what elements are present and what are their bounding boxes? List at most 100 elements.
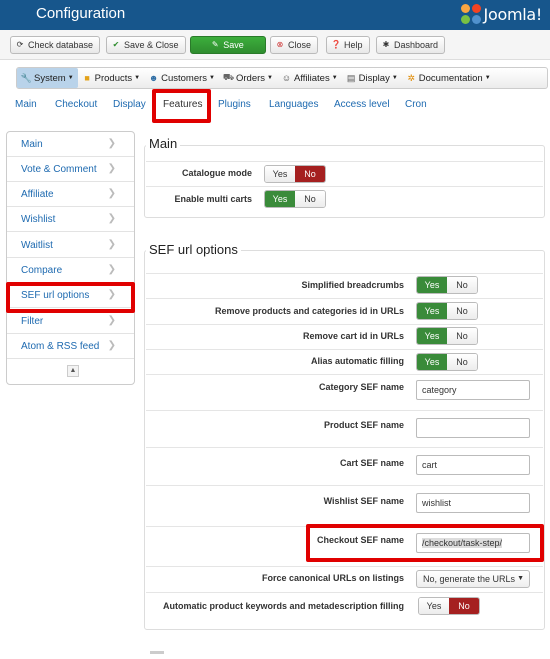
row-divider: [146, 349, 543, 350]
sidebar-item-label: Atom & RSS feed: [21, 341, 100, 352]
sidebar-item-wishlist[interactable]: Wishlist ❯: [7, 207, 134, 232]
refresh-icon: ⟳: [16, 40, 24, 49]
simplified-breadcrumbs-no[interactable]: No: [447, 277, 477, 293]
joomla-logo-icon: [460, 4, 481, 24]
simplified-breadcrumbs-toggle[interactable]: Yes No: [416, 276, 478, 294]
wishlist-sef-label: Wishlist SEF name: [323, 496, 404, 506]
collapse-sidebar-icon[interactable]: ▲: [67, 365, 79, 377]
row-divider: [146, 374, 543, 375]
tab-cron[interactable]: Cron: [405, 99, 427, 110]
menu-item-label: Products: [94, 72, 133, 84]
alias-filling-label: Alias automatic filling: [310, 356, 404, 366]
sidebar-item-vote-comment[interactable]: Vote & Comment ❯: [7, 157, 134, 182]
sidebar-item-waitlist[interactable]: Waitlist ❯: [7, 233, 134, 258]
catalogue-mode-yes[interactable]: Yes: [265, 166, 295, 182]
row-divider: [146, 410, 543, 411]
highlight-sef-sidebar-item: [6, 282, 135, 313]
auto-keywords-toggle[interactable]: Yes No: [418, 597, 480, 615]
auto-keywords-label: Automatic product keywords and metadescr…: [162, 601, 404, 611]
category-sef-input[interactable]: category: [416, 380, 530, 400]
sidebar-item-label: Wishlist: [21, 214, 56, 225]
close-button[interactable]: ⊗ Close: [270, 36, 319, 54]
component-menu-bar: 🔧 System ▼ ■ Products ▼ ☻ Customers ▼ ⛟ Ord…: [16, 67, 548, 89]
help-icon: ❓: [331, 40, 341, 49]
simplified-breadcrumbs-label: Simplified breadcrumbs: [301, 280, 404, 290]
row-divider: [146, 485, 543, 486]
menu-item-affiliates[interactable]: ☺ Affiliates ▼: [277, 68, 342, 88]
menu-item-orders[interactable]: ⛟ Orders ▼: [219, 68, 277, 88]
tab-languages[interactable]: Languages: [269, 99, 319, 110]
auto-keywords-yes[interactable]: Yes: [419, 598, 449, 614]
multi-carts-label: Enable multi carts: [174, 194, 252, 204]
check-database-label: Check database: [28, 40, 94, 50]
chevron-right-icon: ❯: [107, 213, 116, 224]
highlight-checkout-sef: [306, 524, 544, 562]
menu-item-display[interactable]: ▤ Display ▼: [342, 68, 402, 88]
simplified-breadcrumbs-yes[interactable]: Yes: [417, 277, 447, 293]
menu-item-customers[interactable]: ☻ Customers ▼: [144, 68, 219, 88]
wishlist-sef-input[interactable]: wishlist: [416, 493, 530, 513]
main-section-title: Main: [146, 136, 181, 151]
alias-filling-toggle[interactable]: Yes No: [416, 353, 478, 371]
cart-icon: ⛟: [222, 72, 235, 82]
remove-cart-id-label: Remove cart id in URLs: [302, 331, 404, 341]
dashboard-label: Dashboard: [394, 40, 439, 50]
catalogue-mode-no[interactable]: No: [295, 166, 325, 182]
tab-main[interactable]: Main: [15, 99, 37, 110]
sidebar-item-label: Main: [21, 139, 43, 150]
sidebar-item-label: Waitlist: [21, 240, 53, 251]
sidebar-item-main[interactable]: Main ❯: [7, 132, 134, 157]
remove-cart-id-toggle[interactable]: Yes No: [416, 327, 478, 345]
sidebar-item-label: Compare: [21, 265, 63, 276]
tab-checkout[interactable]: Checkout: [55, 99, 97, 110]
edit-icon: ✎: [211, 40, 219, 49]
force-canonical-select[interactable]: No, generate the URLs ▼: [416, 570, 530, 588]
force-canonical-value: No, generate the URLs: [423, 574, 516, 584]
joomla-logo-text: Joomla!: [483, 4, 543, 24]
dashboard-button[interactable]: ✱ Dashboard: [376, 36, 446, 54]
catalogue-mode-toggle[interactable]: Yes No: [264, 165, 326, 183]
alias-filling-no[interactable]: No: [447, 354, 477, 370]
menu-item-system[interactable]: 🔧 System ▼: [17, 68, 78, 88]
remove-cart-id-no[interactable]: No: [447, 328, 477, 344]
tab-access-level[interactable]: Access level: [334, 99, 390, 110]
row-divider: [146, 161, 543, 162]
multi-carts-yes[interactable]: Yes: [265, 191, 295, 207]
product-sef-input[interactable]: [416, 418, 530, 438]
cart-sef-input[interactable]: cart: [416, 455, 530, 475]
row-divider: [146, 447, 543, 448]
save-close-button[interactable]: ✔ Save & Close: [106, 36, 186, 54]
sidebar-item-affiliate[interactable]: Affiliate ❯: [7, 182, 134, 207]
save-close-label: Save & Close: [124, 40, 179, 50]
menu-item-products[interactable]: ■ Products ▼: [78, 68, 144, 88]
highlight-features-tab: [152, 89, 211, 123]
force-canonical-label: Force canonical URLs on listings: [261, 573, 404, 583]
auto-keywords-no[interactable]: No: [449, 598, 479, 614]
help-button[interactable]: ❓ Help: [326, 36, 370, 54]
main-fieldset: [144, 145, 545, 218]
alias-filling-yes[interactable]: Yes: [417, 354, 447, 370]
remove-ids-no[interactable]: No: [447, 303, 477, 319]
dashboard-icon: ✱: [382, 40, 390, 49]
chevron-right-icon: ❯: [107, 188, 116, 199]
remove-ids-yes[interactable]: Yes: [417, 303, 447, 319]
menu-item-label: System: [34, 72, 66, 84]
wrench-icon: 🔧: [20, 72, 33, 83]
menu-item-documentation[interactable]: ✲ Documentation ▼: [402, 68, 495, 88]
save-button[interactable]: ✎ Save: [190, 36, 266, 54]
menu-item-label: Documentation: [418, 72, 483, 84]
sidebar-item-compare[interactable]: Compare ❯: [7, 258, 134, 283]
chevron-right-icon: ❯: [107, 163, 116, 174]
remove-ids-label: Remove products and categories id in URL…: [214, 306, 404, 316]
remove-cart-id-yes[interactable]: Yes: [417, 328, 447, 344]
multi-carts-no[interactable]: No: [295, 191, 325, 207]
multi-carts-toggle[interactable]: Yes No: [264, 190, 326, 208]
remove-ids-toggle[interactable]: Yes No: [416, 302, 478, 320]
tab-plugins[interactable]: Plugins: [218, 99, 251, 110]
sidebar-item-label: Filter: [21, 316, 44, 327]
sidebar-nav: Main ❯ Vote & Comment ❯ Affiliate ❯ Wishlis…: [6, 131, 135, 385]
chevron-right-icon: ❯: [107, 239, 116, 250]
sidebar-item-atom-rss[interactable]: Atom & RSS feed ❯: [7, 334, 134, 359]
tab-display[interactable]: Display: [113, 99, 146, 110]
check-database-button[interactable]: ⟳ Check database: [10, 36, 101, 54]
